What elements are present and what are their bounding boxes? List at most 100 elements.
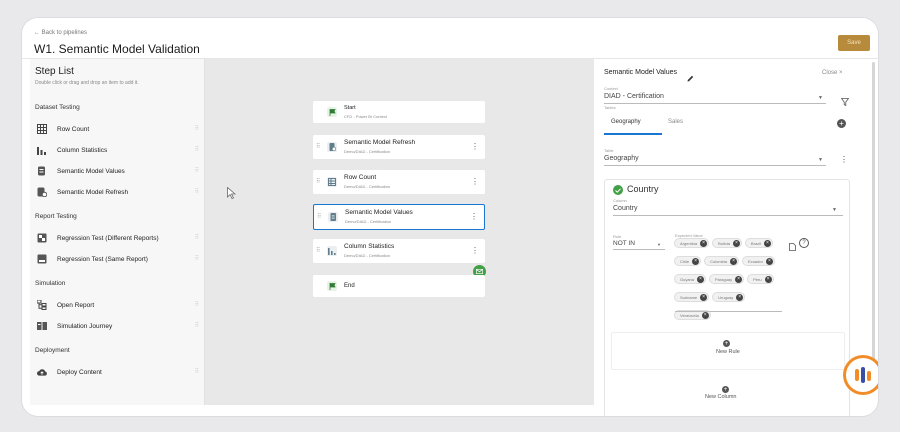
drag-handle-icon[interactable]: ⠿ [195, 146, 200, 153]
node-menu-icon[interactable]: ⋮ [471, 177, 479, 186]
value-chip[interactable]: Argentina × [674, 238, 710, 248]
chip-remove-icon[interactable]: × [764, 275, 772, 283]
node-menu-icon[interactable]: ⋮ [470, 212, 478, 221]
filter-icon[interactable] [840, 93, 850, 111]
value-chip[interactable]: Uruguay × [712, 292, 746, 302]
start-node[interactable]: Start CFD - Power BI Context [313, 101, 485, 123]
section-report-testing: Report Testing [35, 213, 77, 220]
step-node-semantic-model-refresh[interactable]: ⠿ Semantic Model Refresh Demo/DIAD - Cer… [313, 135, 485, 159]
drag-handle-icon[interactable]: ⠿ [316, 143, 321, 150]
tab-geography[interactable]: Geography [611, 119, 641, 125]
node-title: Semantic Model Refresh [344, 139, 416, 146]
chevron-down-icon[interactable]: ▼ [818, 157, 823, 163]
chip-remove-icon[interactable]: × [692, 257, 700, 265]
step-item-simulation-journey[interactable]: Simulation Journey ⠿ [36, 318, 200, 334]
drag-handle-icon[interactable]: ⠿ [195, 301, 200, 308]
step-item-deploy-content[interactable]: Deploy Content ⠿ [36, 364, 200, 380]
rule-select[interactable]: NOT IN [613, 240, 635, 247]
node-menu-icon[interactable]: ⋮ [471, 142, 479, 151]
table-underline [604, 165, 826, 166]
drag-handle-icon[interactable]: ⠿ [317, 213, 322, 220]
node-subtitle: CFD - Power BI Context [344, 114, 387, 119]
node-title: Column Statistics [344, 243, 395, 250]
table-select[interactable]: Geography [604, 155, 639, 162]
table-grid-icon [37, 124, 47, 134]
new-column-label[interactable]: New Column [705, 394, 736, 400]
new-rule-label: New Rule [716, 349, 740, 355]
pipeline-canvas[interactable]: Start CFD - Power BI Context ⠿ Semantic … [205, 59, 594, 405]
value-chip[interactable]: Bolivia × [712, 238, 742, 248]
step-item-open-report[interactable]: Open Report ⠿ [36, 297, 200, 313]
step-item-semantic-model-values[interactable]: Semantic Model Values ⠿ [36, 163, 200, 179]
chip-remove-icon[interactable]: × [735, 275, 743, 283]
drag-handle-icon[interactable]: ⠿ [316, 178, 321, 185]
step-item-label: Column Statistics [57, 146, 108, 154]
expected-values-chip-group[interactable]: Argentina × Bolivia × Brazil × Chile × Colombia ×… [674, 238, 784, 328]
context-select[interactable]: DIAD - Certification [604, 93, 664, 100]
close-button[interactable]: Close × [822, 70, 843, 76]
chip-remove-icon[interactable]: × [700, 293, 708, 301]
step-node-row-count[interactable]: ⠿ Row Count Demo/DIAD - Certification ⋮ [313, 170, 485, 194]
value-chip[interactable]: Paraguay × [709, 274, 745, 284]
edit-pencil-icon[interactable] [687, 69, 694, 87]
chevron-down-icon[interactable]: ▼ [818, 95, 823, 101]
chip-remove-icon[interactable]: × [736, 293, 744, 301]
drag-handle-icon[interactable]: ⠿ [195, 125, 200, 132]
chevron-down-icon[interactable]: ▼ [657, 242, 661, 247]
drag-handle-icon[interactable]: ⠿ [195, 188, 200, 195]
back-to-pipelines-link[interactable]: ← Back to pipelines [34, 30, 87, 36]
chip-remove-icon[interactable]: × [701, 311, 709, 319]
tab-sales[interactable]: Sales [668, 119, 683, 125]
step-item-regression-test-different-reports[interactable]: Regression Test (Different Reports) ⠿ [36, 230, 200, 246]
step-node-semantic-model-values-selected[interactable]: ⠿ Semantic Model Values Demo/DIAD - Cert… [313, 204, 485, 230]
column-select[interactable]: Country [613, 205, 638, 212]
value-chip[interactable]: Suriname × [674, 292, 710, 302]
chip-remove-icon[interactable]: × [700, 239, 708, 247]
value-chip[interactable]: Peru × [747, 274, 774, 284]
step-item-label: Regression Test (Same Report) [57, 255, 148, 263]
step-item-row-count[interactable]: Row Count ⠿ [36, 121, 200, 137]
add-table-icon[interactable]: + [837, 119, 846, 128]
chip-label: Venezuela [680, 312, 699, 318]
value-chip[interactable]: Guyana × [674, 274, 707, 284]
step-item-semantic-model-refresh[interactable]: Semantic Model Refresh ⠿ [36, 184, 200, 200]
drag-handle-icon[interactable]: ⠿ [195, 322, 200, 329]
value-chip[interactable]: Brazil × [744, 238, 773, 248]
chip-remove-icon[interactable]: × [732, 239, 740, 247]
drag-handle-icon[interactable]: ⠿ [195, 255, 200, 262]
file-icon[interactable] [789, 238, 796, 256]
node-menu-icon[interactable]: ⋮ [471, 246, 479, 255]
chip-remove-icon[interactable]: × [730, 257, 738, 265]
book-journey-icon [37, 321, 47, 331]
end-node[interactable]: End [313, 275, 485, 297]
step-list-title: Step List [35, 66, 74, 77]
drag-handle-icon[interactable]: ⠿ [316, 247, 321, 254]
more-options-icon[interactable]: ⋮ [840, 155, 848, 164]
column-card: Country Column Country ▼ Rule NOT IN ▼ E… [604, 179, 850, 416]
step-item-label: Regression Test (Different Reports) [57, 234, 159, 242]
new-rule-box[interactable]: + New Rule [611, 332, 845, 370]
context-label: Context [604, 86, 618, 91]
add-column-icon[interactable]: + [722, 386, 729, 393]
chip-remove-icon[interactable]: × [765, 257, 773, 265]
drag-handle-icon[interactable]: ⠿ [195, 368, 200, 375]
step-item-regression-test-same-report[interactable]: Regression Test (Same Report) ⠿ [36, 251, 200, 267]
panel-scrollbar[interactable] [872, 62, 875, 362]
value-chip[interactable]: Colombia × [704, 256, 740, 266]
drag-handle-icon[interactable]: ⠿ [195, 167, 200, 174]
save-button[interactable]: Save [838, 35, 870, 51]
check-circle-icon [613, 185, 623, 195]
rule-label: Rule [613, 234, 622, 239]
step-node-column-statistics[interactable]: ⠿ Column Statistics Demo/DIAD - Certific… [313, 239, 485, 263]
help-icon[interactable]: ? [799, 238, 809, 248]
chip-remove-icon[interactable]: × [697, 275, 705, 283]
step-item-column-statistics[interactable]: Column Statistics ⠿ [36, 142, 200, 158]
value-chip[interactable]: Ecuador × [742, 256, 775, 266]
step-item-label: Simulation Journey [57, 322, 113, 330]
value-chip[interactable]: Chile × [674, 256, 702, 266]
node-subtitle: Demo/DIAD - Certification [344, 253, 391, 258]
chevron-down-icon[interactable]: ▼ [832, 207, 837, 213]
step-item-label: Open Report [57, 301, 95, 309]
chip-remove-icon[interactable]: × [763, 239, 771, 247]
drag-handle-icon[interactable]: ⠿ [195, 234, 200, 241]
